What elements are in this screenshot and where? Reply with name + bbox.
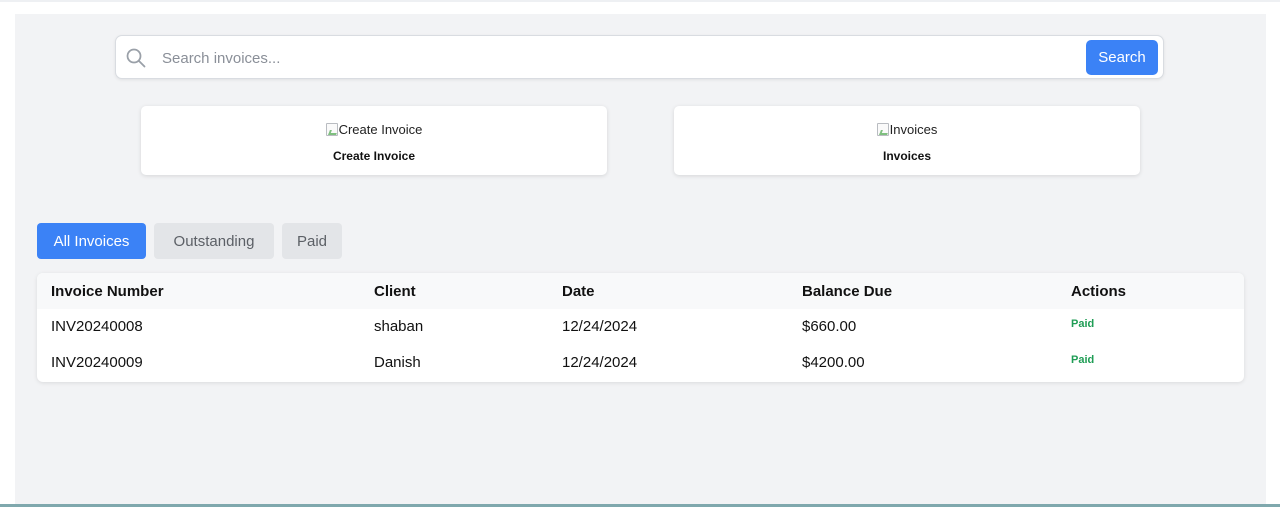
column-header-date: Date [562, 283, 595, 300]
create-invoice-label: Create Invoice [332, 148, 416, 163]
date-cell: 12/24/2024 [562, 354, 638, 371]
client-cell: shaban [374, 318, 424, 335]
table-header: Invoice Number Client Date Balance Due A… [37, 273, 1244, 309]
broken-image-icon [325, 122, 338, 136]
invoices-image: Invoices [876, 121, 938, 137]
create-invoice-image-alt: Create Invoice [338, 121, 423, 137]
column-header-balance-due: Balance Due [802, 283, 893, 300]
invoices-table: Invoice Number Client Date Balance Due A… [37, 273, 1244, 382]
tab-paid[interactable]: Paid [282, 223, 342, 259]
create-invoice-card[interactable]: Create Invoice Create Invoice [141, 106, 607, 175]
balance-due-cell: $660.00 [802, 318, 857, 335]
search-icon [125, 47, 147, 69]
invoice-number-cell: INV20240009 [51, 354, 143, 371]
table-row[interactable]: INV20240008 shaban 12/24/2024 $660.00 Pa… [37, 309, 1244, 345]
invoices-card[interactable]: Invoices Invoices [674, 106, 1140, 175]
search-button[interactable]: Search [1086, 40, 1158, 75]
column-header-actions: Actions [1071, 283, 1127, 300]
client-cell: Danish [374, 354, 421, 371]
status-badge: Paid [1071, 318, 1095, 330]
date-cell: 12/24/2024 [562, 318, 638, 335]
table-row[interactable]: INV20240009 Danish 12/24/2024 $4200.00 P… [37, 345, 1244, 381]
broken-image-icon [876, 122, 889, 136]
search-input[interactable] [160, 42, 1084, 74]
status-badge: Paid [1071, 354, 1095, 366]
tab-outstanding[interactable]: Outstanding [154, 223, 274, 259]
create-invoice-image: Create Invoice [325, 121, 423, 137]
column-header-invoice-number: Invoice Number [51, 283, 164, 300]
main-panel [15, 14, 1266, 507]
column-header-client: Client [374, 283, 416, 300]
search-bar: Search [115, 35, 1164, 79]
invoices-label: Invoices [882, 148, 932, 163]
invoice-number-cell: INV20240008 [51, 318, 143, 335]
balance-due-cell: $4200.00 [802, 354, 865, 371]
top-bar [0, 0, 1280, 2]
tab-all-invoices[interactable]: All Invoices [37, 223, 146, 259]
invoices-image-alt: Invoices [889, 121, 938, 137]
